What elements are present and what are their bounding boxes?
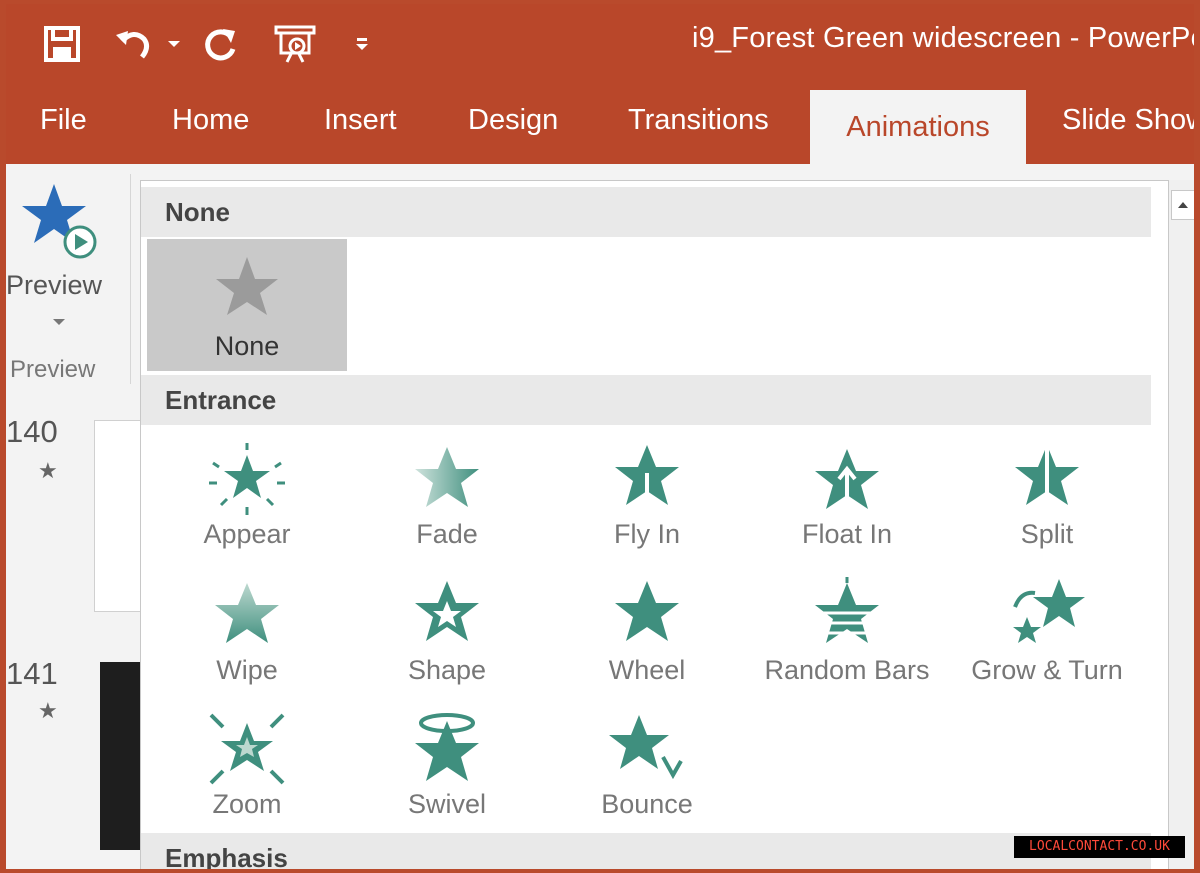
preview-group-label: Preview — [10, 356, 96, 383]
animation-wipe[interactable]: Wipe — [147, 577, 347, 702]
animation-label: Swivel — [407, 789, 487, 819]
animation-random-bars[interactable]: Random Bars — [747, 577, 947, 702]
redo-icon[interactable] — [198, 22, 242, 66]
shape-star-icon — [415, 581, 479, 641]
animation-shape[interactable]: Shape — [347, 577, 547, 702]
animation-fade[interactable]: Fade — [347, 441, 547, 566]
animation-none-label: None — [214, 331, 280, 361]
tab-transitions[interactable]: Transitions — [628, 104, 769, 137]
gallery-scrollbar[interactable] — [1168, 180, 1194, 869]
save-icon[interactable] — [40, 22, 84, 66]
fly-in-star-icon — [615, 445, 679, 517]
animation-label: Float In — [801, 519, 893, 549]
title-bar: i9_Forest Green widescreen - PowerPo — [6, 4, 1194, 84]
preview-button[interactable] — [20, 180, 102, 267]
grow-turn-star-icon — [1013, 579, 1085, 643]
wipe-star-icon — [215, 583, 279, 643]
animation-gallery: None None Entrance Appear Fade Fly In Fl… — [140, 180, 1170, 869]
tab-file[interactable]: File — [40, 104, 87, 137]
float-in-star-icon — [815, 449, 879, 509]
animation-label: Fade — [416, 519, 478, 549]
animation-split[interactable]: Split — [947, 441, 1147, 566]
bounce-star-icon — [609, 715, 683, 780]
none-star-icon — [216, 257, 278, 315]
slide-number: 141 — [6, 656, 58, 691]
watermark: LOCALCONTACT.CO.UK — [1014, 836, 1185, 858]
scroll-up-button[interactable] — [1171, 190, 1194, 220]
section-header-entrance: Entrance — [141, 375, 1151, 425]
animation-zoom[interactable]: Zoom — [147, 711, 347, 836]
animation-grow-turn[interactable]: Grow & Turn — [947, 577, 1147, 702]
zoom-star-icon — [209, 713, 285, 785]
fade-star-icon — [415, 447, 479, 507]
slideshow-from-start-icon[interactable] — [270, 22, 320, 66]
animation-none[interactable]: None — [147, 239, 347, 371]
undo-dropdown-icon[interactable] — [164, 22, 184, 66]
ribbon-divider — [130, 174, 131, 384]
tab-design[interactable]: Design — [468, 104, 558, 137]
preview-group: Preview Preview — [6, 164, 130, 394]
chevron-up-icon — [1178, 202, 1188, 208]
slide-animation-star-icon: ★ — [38, 458, 58, 483]
powerpoint-window: i9_Forest Green widescreen - PowerPo Fil… — [6, 4, 1194, 869]
animation-label: Split — [1020, 519, 1074, 549]
animation-fly-in[interactable]: Fly In — [547, 441, 747, 566]
preview-dropdown-icon[interactable] — [52, 314, 66, 332]
tab-slide-show[interactable]: Slide Show — [1062, 104, 1194, 137]
section-header-emphasis: Emphasis — [141, 833, 1151, 869]
animation-label: Bounce — [601, 789, 693, 819]
animation-swivel[interactable]: Swivel — [347, 711, 547, 836]
animation-label: Wheel — [608, 655, 686, 685]
slide-animation-star-icon: ★ — [38, 698, 58, 723]
preview-button-label[interactable]: Preview — [6, 270, 102, 301]
slide-number: 140 — [6, 414, 58, 449]
random-bars-star-icon — [811, 577, 883, 643]
slides-pane: 140 ★ 141 ★ — [6, 394, 156, 869]
wheel-star-icon — [615, 581, 679, 641]
tab-home[interactable]: Home — [172, 104, 249, 137]
section-header-none: None — [141, 187, 1151, 237]
ribbon-tabs: File Home Insert Design Transitions Anim… — [6, 84, 1194, 164]
animation-float-in[interactable]: Float In — [747, 441, 947, 566]
tab-animations[interactable]: Animations — [810, 90, 1026, 164]
customize-qat-icon[interactable] — [350, 22, 374, 66]
tab-insert[interactable]: Insert — [324, 104, 397, 137]
animation-label: Shape — [407, 655, 487, 685]
animation-appear[interactable]: Appear — [147, 441, 347, 566]
animation-label: Random Bars — [764, 655, 930, 685]
preview-star-icon — [22, 184, 97, 259]
animation-wheel[interactable]: Wheel — [547, 577, 747, 702]
swivel-star-icon — [415, 713, 479, 781]
window-title: i9_Forest Green widescreen - PowerPo — [692, 22, 1194, 54]
split-star-icon — [1015, 445, 1079, 507]
undo-icon[interactable] — [112, 22, 156, 66]
animation-label: Wipe — [216, 655, 278, 685]
animation-label: Zoom — [212, 789, 282, 819]
animation-bounce[interactable]: Bounce — [547, 711, 747, 836]
animation-label: Grow & Turn — [971, 655, 1123, 685]
animation-label: Appear — [203, 519, 291, 549]
animation-label: Fly In — [613, 519, 680, 549]
appear-star-icon — [209, 443, 285, 515]
